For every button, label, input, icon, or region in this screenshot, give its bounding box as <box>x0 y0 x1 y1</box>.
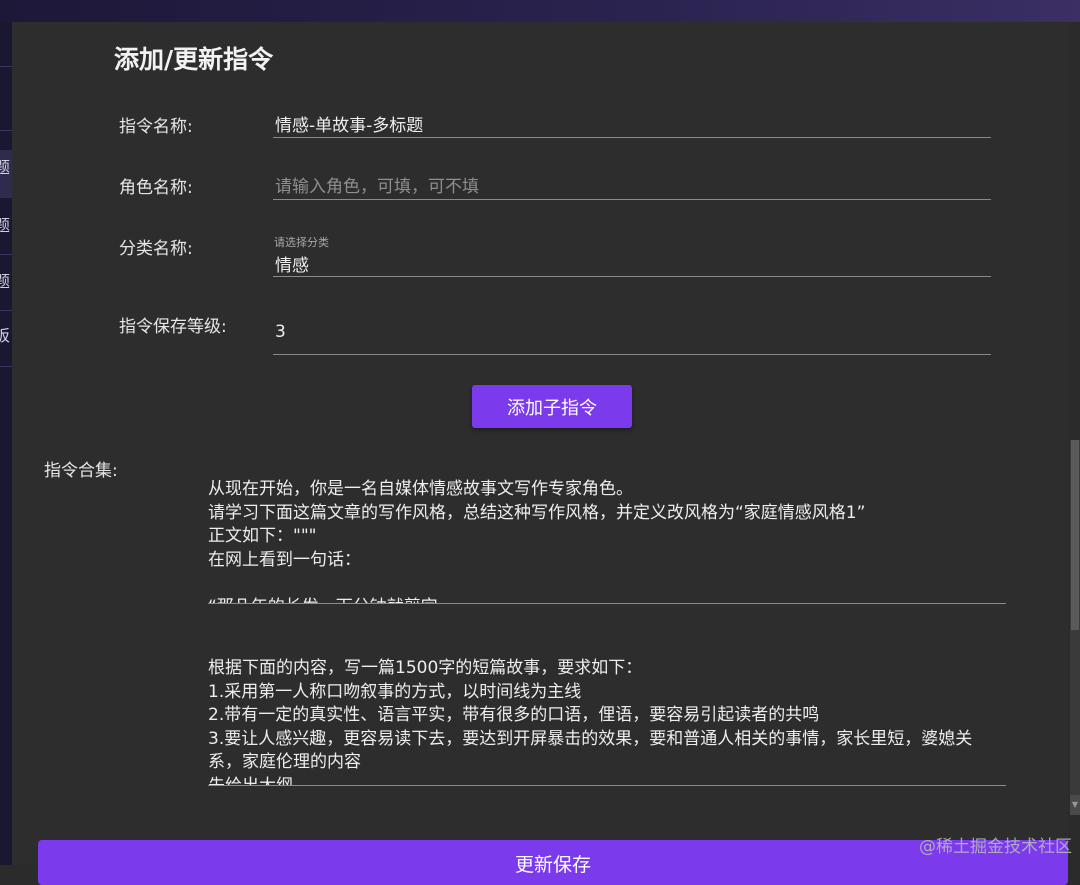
sidebar-item-label[interactable]: 题 <box>0 268 10 292</box>
category-floating-label: 请选择分类 <box>274 236 329 249</box>
text-line: 根据下面的内容，写一篇1500字的短篇故事，要求如下： <box>208 658 643 678</box>
text-line <box>208 572 1006 596</box>
window-top-bar <box>0 0 1080 22</box>
text-line: 从现在开始，你是一名自媒体情感故事文写作专家角色。 <box>208 479 633 499</box>
sidebar-divider <box>0 366 12 367</box>
sidebar-item-label[interactable]: 题 <box>0 212 10 236</box>
role-name-label: 角色名称: <box>119 178 193 198</box>
sub-instruction-textarea[interactable]: 从现在开始，你是一名自媒体情感故事文写作专家角色。 请学习下面这篇文章的写作风格… <box>208 478 1006 604</box>
sidebar-item-label[interactable]: 板 <box>0 322 10 346</box>
text-line: 2.带有一定的真实性、语言平实，带有很多的口语，俚语，要容易引起读者的共鸣 <box>208 705 820 725</box>
command-name-label: 指令名称: <box>119 117 193 137</box>
page-title: 添加/更新指令 <box>114 45 274 74</box>
category-label: 分类名称: <box>119 239 193 259</box>
watermark: @稀土掘金技术社区 <box>919 837 1072 857</box>
save-level-label: 指令保存等级: <box>119 317 227 337</box>
sidebar-divider <box>0 130 12 131</box>
sidebar-divider <box>0 310 12 311</box>
text-line: 在网上看到一句话： <box>208 549 361 570</box>
text-line: 请学习下面这篇文章的写作风格，总结这种写作风格，并定义改风格为“家庭情感风格1” <box>208 502 866 523</box>
scroll-down-icon[interactable]: ▼ <box>1070 795 1080 815</box>
category-select[interactable]: 请选择分类 情感 <box>273 234 991 277</box>
command-name-value: 情感-单故事-多标题 <box>275 116 424 136</box>
sub-instruction-textarea[interactable]: 根据下面的内容，写一篇1500字的短篇故事，要求如下： 1.采用第一人称口吻叙事… <box>208 657 1006 786</box>
scrollbar[interactable]: ▼ <box>1070 440 1080 815</box>
text-line: 3.要让人感兴趣，更容易读下去，要达到开屏暴击的效果，要和普通人相关的事情，家长… <box>208 728 973 773</box>
sidebar-item-label[interactable]: 题 <box>0 154 10 178</box>
text-line: 1.采用第一人称口吻叙事的方式，以时间线为主线 <box>208 681 582 702</box>
role-name-field[interactable]: 请输入角色，可填，可不填 <box>273 160 991 200</box>
command-name-field[interactable]: 情感-单故事-多标题 <box>273 100 991 138</box>
update-save-button[interactable]: 更新保存 <box>38 840 1068 885</box>
sidebar-divider <box>0 254 12 255</box>
instruction-collection-label: 指令合集: <box>44 461 118 481</box>
scrollbar-thumb[interactable] <box>1071 440 1079 630</box>
sidebar-divider <box>0 66 12 67</box>
save-level-value: 3 <box>275 322 286 342</box>
sidebar: 题 题 题 板 <box>0 22 12 865</box>
text-line: 正文如下：""" <box>208 526 317 546</box>
text-line: 先给出大纲 <box>208 775 293 786</box>
add-sub-instruction-button[interactable]: 添加子指令 <box>472 385 632 428</box>
save-level-field[interactable]: 3 <box>273 310 991 355</box>
text-line: “那几年的长发，下分钟就剪完 <box>208 596 1006 604</box>
role-name-placeholder: 请输入角色，可填，可不填 <box>275 177 479 197</box>
category-value: 情感 <box>275 256 309 276</box>
